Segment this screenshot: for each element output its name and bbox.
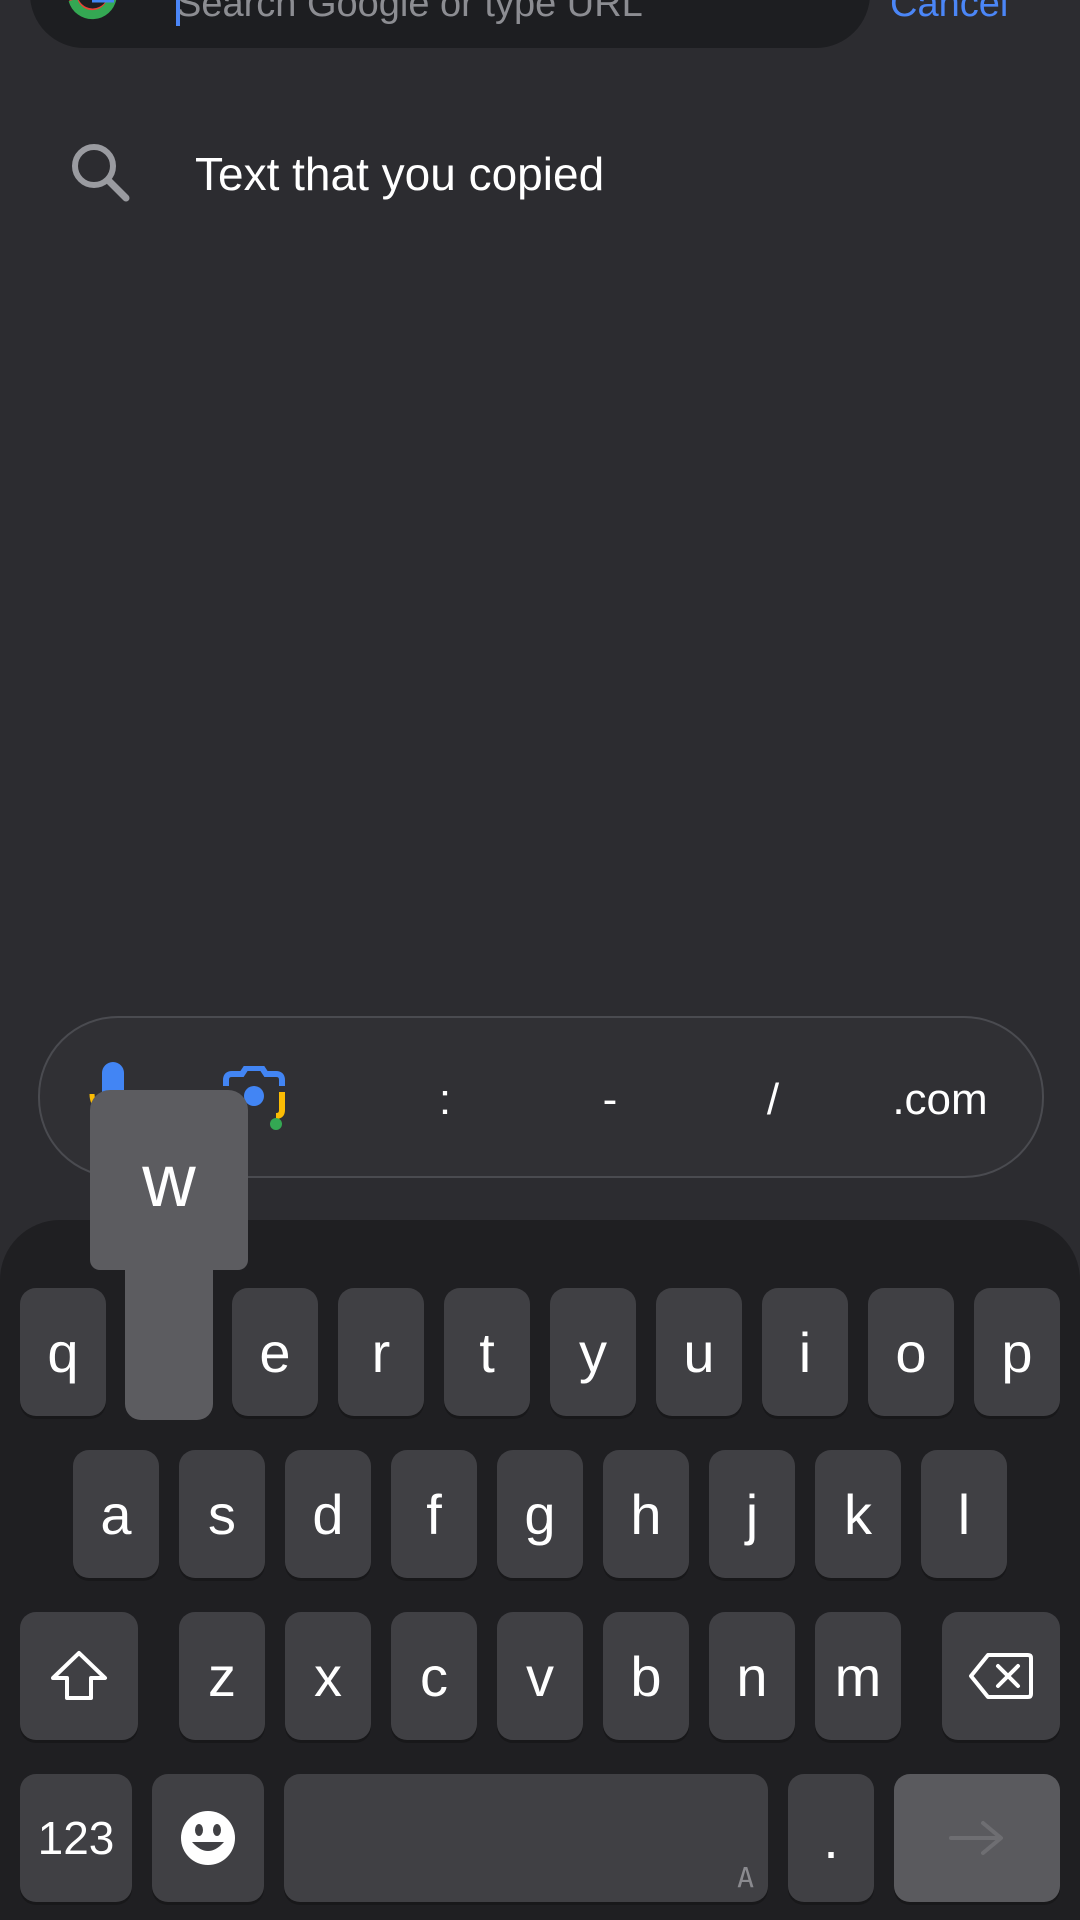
emoji-icon xyxy=(181,1811,235,1865)
clipboard-suggestion[interactable]: Text that you copied xyxy=(0,120,1080,230)
key-h[interactable]: h xyxy=(603,1450,689,1578)
key-g[interactable]: g xyxy=(497,1450,583,1578)
key-popup: w xyxy=(90,1090,248,1270)
period-key[interactable]: . xyxy=(788,1774,874,1902)
shift-key[interactable] xyxy=(20,1612,138,1740)
key-d[interactable]: d xyxy=(285,1450,371,1578)
key-t[interactable]: t xyxy=(444,1288,530,1416)
shortcut-dotcom-key[interactable]: .com xyxy=(880,1070,1000,1130)
google-logo-icon xyxy=(68,0,117,20)
key-p[interactable]: p xyxy=(974,1288,1060,1416)
key-r[interactable]: r xyxy=(338,1288,424,1416)
key-u[interactable]: u xyxy=(656,1288,742,1416)
go-key[interactable] xyxy=(894,1774,1060,1902)
screen: Cancel Text that you copied : - / .com q… xyxy=(0,0,1080,1920)
search-input[interactable] xyxy=(176,0,736,26)
shift-icon xyxy=(51,1651,107,1700)
key-z[interactable]: z xyxy=(179,1612,265,1740)
space-key-hint: A xyxy=(737,1861,754,1894)
key-o[interactable]: o xyxy=(868,1288,954,1416)
key-q[interactable]: q xyxy=(20,1288,106,1416)
key-x[interactable]: x xyxy=(285,1612,371,1740)
key-b[interactable]: b xyxy=(603,1612,689,1740)
text-cursor xyxy=(176,0,180,26)
space-key[interactable]: A xyxy=(284,1774,768,1902)
key-m[interactable]: m xyxy=(815,1612,901,1740)
suggestion-text: Text that you copied xyxy=(195,148,605,200)
key-s[interactable]: s xyxy=(179,1450,265,1578)
key-i[interactable]: i xyxy=(762,1288,848,1416)
key-e[interactable]: e xyxy=(232,1288,318,1416)
key-k[interactable]: k xyxy=(815,1450,901,1578)
numbers-key[interactable]: 123 xyxy=(20,1774,132,1902)
key-c[interactable]: c xyxy=(391,1612,477,1740)
key-a[interactable]: a xyxy=(73,1450,159,1578)
key-l[interactable]: l xyxy=(921,1450,1007,1578)
go-arrow-icon xyxy=(949,1821,1003,1855)
key-j[interactable]: j xyxy=(709,1450,795,1578)
search-icon xyxy=(72,144,130,202)
key-n[interactable]: n xyxy=(709,1612,795,1740)
key-y[interactable]: y xyxy=(550,1288,636,1416)
backspace-key[interactable] xyxy=(942,1612,1060,1740)
cancel-button[interactable]: Cancel xyxy=(890,0,1008,24)
emoji-key[interactable] xyxy=(152,1774,264,1902)
shortcut-slash-key[interactable]: / xyxy=(748,1070,798,1130)
shortcut-dash-key[interactable]: - xyxy=(585,1070,635,1130)
key-v[interactable]: v xyxy=(497,1612,583,1740)
backspace-icon xyxy=(969,1653,1033,1699)
shortcut-colon-key[interactable]: : xyxy=(420,1070,470,1130)
key-f[interactable]: f xyxy=(391,1450,477,1578)
